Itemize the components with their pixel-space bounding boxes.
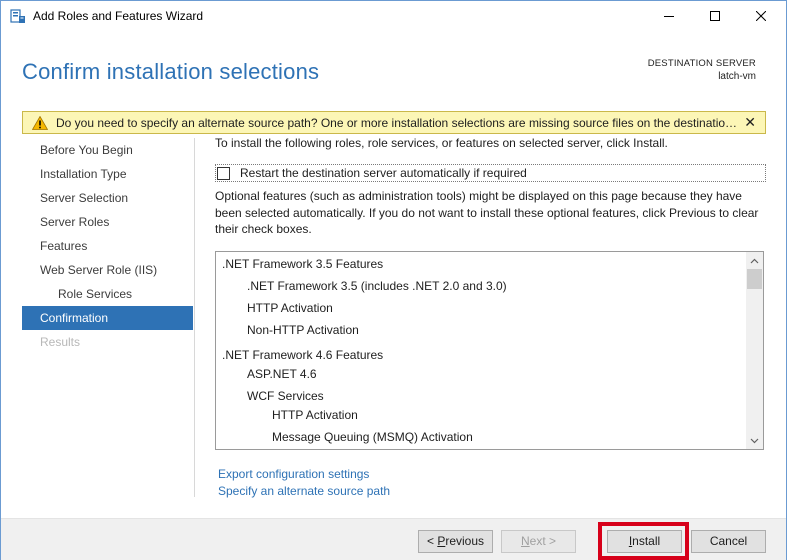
restart-label[interactable]: Restart the destination server automatic… xyxy=(240,166,527,180)
scrollbar-thumb[interactable] xyxy=(747,269,762,289)
close-icon xyxy=(755,10,767,24)
list-item: ASP.NET 4.6 xyxy=(247,367,317,381)
nav-item-web-server-role[interactable]: Web Server Role (IIS) xyxy=(22,258,193,282)
window-title: Add Roles and Features Wizard xyxy=(33,9,204,23)
features-scrollbar[interactable] xyxy=(746,252,763,449)
list-item: .NET Framework 3.5 (includes .NET 2.0 an… xyxy=(247,279,507,293)
features-list[interactable]: .NET Framework 3.5 Features .NET Framewo… xyxy=(215,251,764,450)
list-item: HTTP Activation xyxy=(272,408,358,422)
wizard-footer: < Previous Next > Install Cancel xyxy=(1,518,786,560)
install-button[interactable]: Install xyxy=(607,530,682,553)
list-item: Message Queuing (MSMQ) Activation xyxy=(272,430,473,444)
features-list-items: .NET Framework 3.5 Features .NET Framewo… xyxy=(216,252,746,449)
warning-close-button[interactable]: ✕ xyxy=(744,114,756,131)
minimize-icon xyxy=(664,10,674,24)
close-button[interactable] xyxy=(738,1,784,32)
list-item: Non-HTTP Activation xyxy=(247,323,359,337)
destination-server-label: DESTINATION SERVER xyxy=(647,58,756,69)
title-bar[interactable]: Add Roles and Features Wizard xyxy=(1,1,786,32)
previous-button[interactable]: < Previous xyxy=(418,530,493,553)
export-configuration-link[interactable]: Export configuration settings xyxy=(218,466,390,483)
nav-item-server-selection[interactable]: Server Selection xyxy=(22,186,193,210)
server-manager-icon xyxy=(10,9,26,24)
scroll-down-arrow-icon[interactable] xyxy=(746,432,763,449)
warning-icon xyxy=(31,115,49,130)
content-links: Export configuration settings Specify an… xyxy=(218,466,390,499)
maximize-button[interactable] xyxy=(692,1,738,32)
list-item: .NET Framework 3.5 Features xyxy=(222,257,384,271)
nav-item-installation-type[interactable]: Installation Type xyxy=(22,162,193,186)
list-item: HTTP Activation xyxy=(247,301,333,315)
nav-item-results: Results xyxy=(40,335,81,349)
nav-item-confirmation[interactable]: Confirmation xyxy=(22,306,193,330)
nav-item-features[interactable]: Features xyxy=(22,234,193,258)
restart-checkbox-row[interactable]: Restart the destination server automatic… xyxy=(215,164,766,182)
wizard-window: Add Roles and Features Wizard Confirm in… xyxy=(0,0,787,560)
warning-text: Do you need to specify an alternate sour… xyxy=(56,116,742,130)
destination-server-name: latch-vm xyxy=(718,71,756,82)
optional-features-note: Optional features (such as administratio… xyxy=(215,189,759,236)
restart-checkbox[interactable] xyxy=(217,167,230,180)
nav-item-server-roles[interactable]: Server Roles xyxy=(22,210,193,234)
alternate-source-path-link[interactable]: Specify an alternate source path xyxy=(218,483,390,500)
warning-banner: Do you need to specify an alternate sour… xyxy=(22,111,766,134)
nav-item-before-you-begin[interactable]: Before You Begin xyxy=(22,138,193,162)
scroll-up-arrow-icon[interactable] xyxy=(746,252,763,269)
list-item: .NET Framework 4.6 Features xyxy=(222,348,384,362)
maximize-icon xyxy=(710,10,720,24)
nav-divider xyxy=(194,138,195,497)
list-item: WCF Services xyxy=(247,389,324,403)
wizard-header: Confirm installation selections DESTINAT… xyxy=(1,32,786,104)
minimize-button[interactable] xyxy=(646,1,692,32)
wizard-nav: Before You Begin Installation Type Serve… xyxy=(22,138,193,354)
next-button: Next > xyxy=(501,530,576,553)
intro-text: To install the following roles, role ser… xyxy=(215,136,668,150)
page-title: Confirm installation selections xyxy=(22,59,320,84)
cancel-button[interactable]: Cancel xyxy=(691,530,766,553)
nav-item-role-services[interactable]: Role Services xyxy=(22,282,193,306)
